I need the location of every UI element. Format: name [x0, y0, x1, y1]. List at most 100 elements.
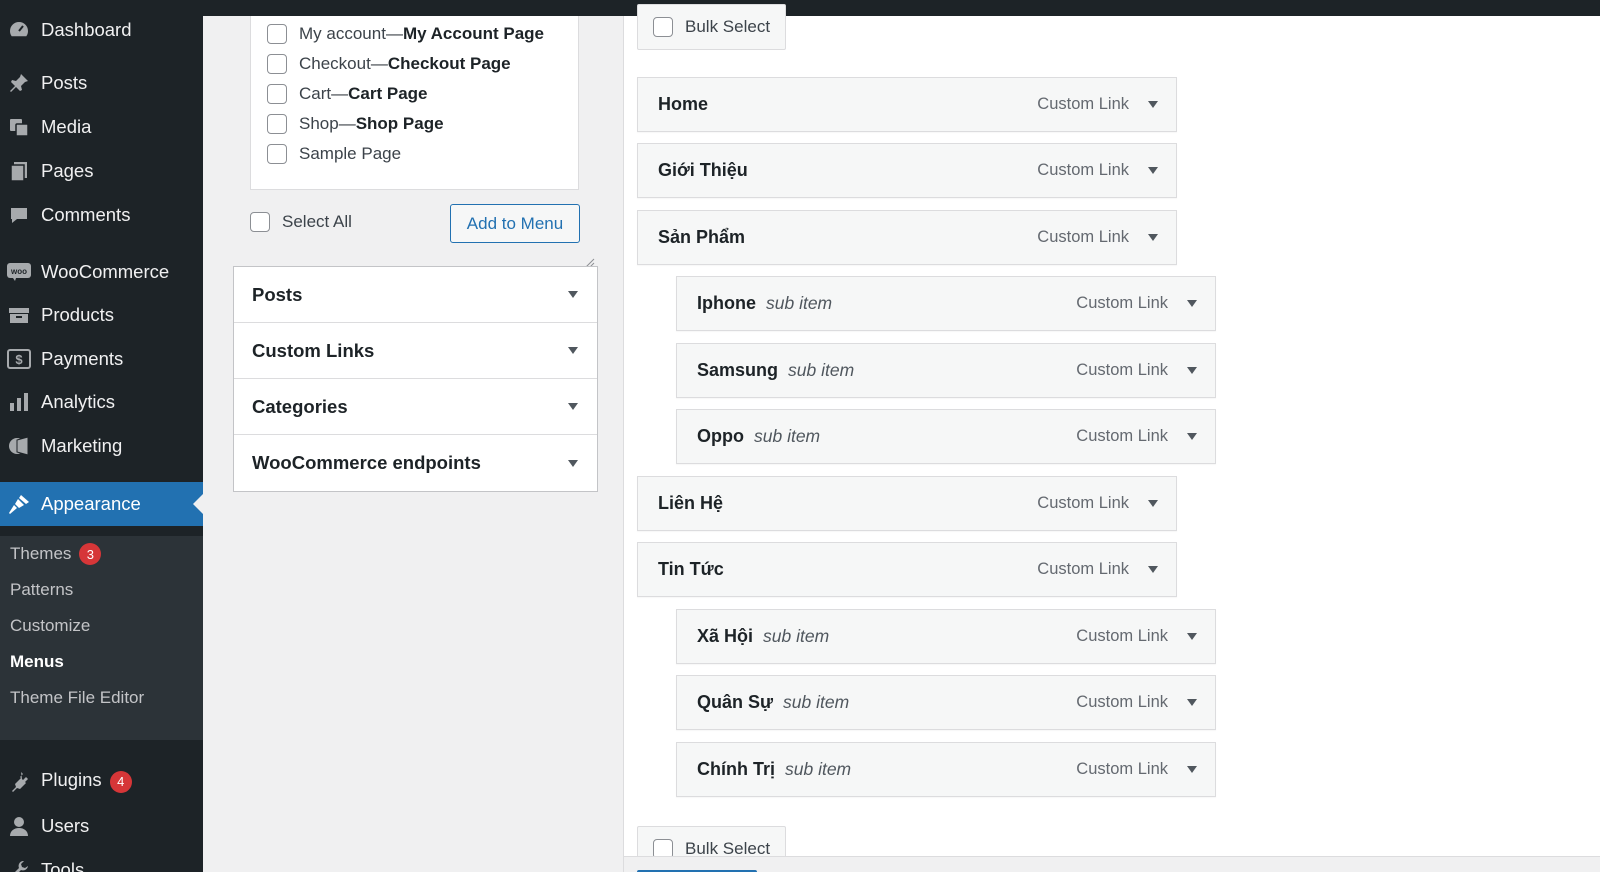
menu-item-xa-hoi[interactable]: Xã Hội sub item Custom Link [676, 609, 1216, 664]
menu-item-title: Samsung sub item [697, 360, 855, 380]
dollar-icon: $ [7, 347, 31, 371]
submenu-item-themes[interactable]: Themes 3 [10, 541, 102, 567]
menu-item-type: Custom Link [1037, 494, 1129, 512]
sidebar-item-marketing[interactable]: Marketing [0, 426, 203, 466]
menu-item-type: Custom Link [1076, 760, 1168, 778]
select-all-checkbox[interactable]: Select All [250, 212, 352, 232]
menu-item-type: Custom Link [1076, 361, 1168, 379]
appearance-submenu: Themes 3 Patterns Customize Menus Theme … [0, 536, 203, 740]
sidebar-item-payments[interactable]: $ Payments [0, 339, 203, 379]
menu-item-type: Custom Link [1037, 228, 1129, 246]
triangle-down-icon[interactable] [1148, 101, 1158, 108]
sidebar-item-users[interactable]: Users [0, 806, 203, 846]
menu-item-samsung[interactable]: Samsung sub item Custom Link [676, 343, 1216, 398]
page-checkbox[interactable] [267, 114, 287, 134]
comment-icon [7, 203, 31, 227]
triangle-down-icon[interactable] [1187, 433, 1197, 440]
sidebar-item-dashboard[interactable]: Dashboard [0, 10, 203, 50]
archive-icon [7, 303, 31, 327]
sidebar-item-comments[interactable]: Comments [0, 195, 203, 235]
accordion-section-posts[interactable]: Posts [234, 267, 597, 323]
page-option-checkout[interactable]: Checkout — Checkout Page [267, 54, 511, 74]
page-checkbox[interactable] [267, 84, 287, 104]
wrench-icon [7, 858, 31, 872]
page-option-my-account[interactable]: My account — My Account Page [267, 24, 544, 44]
pin-icon [7, 71, 31, 95]
sidebar-item-media[interactable]: Media [0, 107, 203, 147]
submenu-item-customize[interactable]: Customize [10, 613, 90, 639]
admin-sidebar: Dashboard Posts Media Pages Comments woo… [0, 16, 203, 872]
page-option-cart[interactable]: Cart — Cart Page [267, 84, 428, 104]
menu-item-type: Custom Link [1076, 627, 1168, 645]
menu-item-title: Chính Trị sub item [697, 759, 852, 779]
triangle-down-icon[interactable] [1187, 766, 1197, 773]
triangle-down-icon[interactable] [1148, 566, 1158, 573]
submenu-item-menus[interactable]: Menus [10, 649, 64, 675]
triangle-down-icon [568, 459, 578, 467]
menu-item-type: Custom Link [1037, 560, 1129, 578]
menu-item-type: Custom Link [1076, 427, 1168, 445]
triangle-down-icon[interactable] [1187, 699, 1197, 706]
menu-item-title: Home [658, 94, 709, 114]
menu-item-tin-tuc[interactable]: Tin Tức Custom Link [637, 542, 1177, 597]
triangle-down-icon[interactable] [1148, 234, 1158, 241]
sidebar-item-appearance[interactable]: Appearance [0, 482, 203, 526]
update-count-badge: 4 [109, 770, 132, 793]
bulk-select-top[interactable]: Bulk Select [637, 4, 786, 50]
accordion-section-custom-links[interactable]: Custom Links [234, 323, 597, 379]
menu-item-title: Giới Thiệu [658, 160, 748, 180]
page-option-sample-page[interactable]: Sample Page [267, 144, 401, 164]
menu-item-title: Tin Tức [658, 559, 724, 579]
menu-item-gioi-thieu[interactable]: Giới Thiệu Custom Link [637, 143, 1177, 198]
add-to-menu-button[interactable]: Add to Menu [450, 204, 580, 243]
triangle-down-icon[interactable] [1187, 367, 1197, 374]
footer-strip [624, 856, 1600, 872]
page-checkbox[interactable] [267, 144, 287, 164]
triangle-down-icon[interactable] [1187, 633, 1197, 640]
add-menu-items-accordion: Posts Custom Links Categories WooCommerc… [233, 266, 598, 492]
user-icon [7, 814, 31, 838]
triangle-down-icon[interactable] [1148, 500, 1158, 507]
submenu-item-patterns[interactable]: Patterns [10, 577, 73, 603]
update-count-badge: 3 [79, 543, 102, 565]
select-all-box[interactable] [250, 212, 270, 232]
triangle-down-icon [568, 347, 578, 354]
sidebar-item-woocommerce[interactable]: woo WooCommerce [0, 252, 203, 292]
bulk-select-checkbox[interactable] [653, 17, 673, 37]
menu-item-iphone[interactable]: Iphone sub item Custom Link [676, 276, 1216, 331]
sidebar-item-tools[interactable]: Tools [0, 850, 203, 872]
triangle-down-icon[interactable] [1148, 167, 1158, 174]
accordion-section-categories[interactable]: Categories [234, 379, 597, 435]
page-option-shop[interactable]: Shop — Shop Page [267, 114, 444, 134]
media-icon [7, 115, 31, 139]
resize-handle-icon[interactable] [585, 255, 595, 268]
menu-item-chinh-tri[interactable]: Chính Trị sub item Custom Link [676, 742, 1216, 797]
sidebar-item-analytics[interactable]: Analytics [0, 382, 203, 422]
sidebar-item-pages[interactable]: Pages [0, 151, 203, 191]
sidebar-item-plugins[interactable]: Plugins 4 [0, 761, 203, 801]
triangle-down-icon[interactable] [1187, 300, 1197, 307]
page-checkbox[interactable] [267, 54, 287, 74]
pages-icon [7, 159, 31, 183]
sidebar-item-products[interactable]: Products [0, 295, 203, 335]
sidebar-item-label: Tools [41, 859, 85, 872]
menu-item-quan-su[interactable]: Quân Sự sub item Custom Link [676, 675, 1216, 730]
menu-item-lien-he[interactable]: Liên Hệ Custom Link [637, 476, 1177, 531]
megaphone-icon [7, 434, 31, 458]
sidebar-item-label: Pages [41, 160, 94, 181]
svg-text:$: $ [15, 352, 23, 367]
menu-item-home[interactable]: Home Custom Link [637, 77, 1177, 132]
menu-item-type: Custom Link [1037, 161, 1129, 179]
submenu-item-theme-file-editor[interactable]: Theme File Editor [10, 685, 144, 711]
menu-item-san-pham[interactable]: Sản Phẩm Custom Link [637, 210, 1177, 265]
sidebar-item-posts[interactable]: Posts [0, 63, 203, 103]
dashboard-icon [7, 18, 31, 42]
menu-item-oppo[interactable]: Oppo sub item Custom Link [676, 409, 1216, 464]
menu-item-title: Liên Hệ [658, 493, 724, 513]
triangle-down-icon [568, 291, 578, 298]
plug-icon [7, 769, 31, 793]
sidebar-item-label: Analytics [41, 391, 116, 412]
page-checkbox[interactable] [267, 24, 287, 44]
accordion-section-woocommerce-endpoints[interactable]: WooCommerce endpoints [234, 435, 597, 491]
svg-text:woo: woo [10, 267, 27, 276]
